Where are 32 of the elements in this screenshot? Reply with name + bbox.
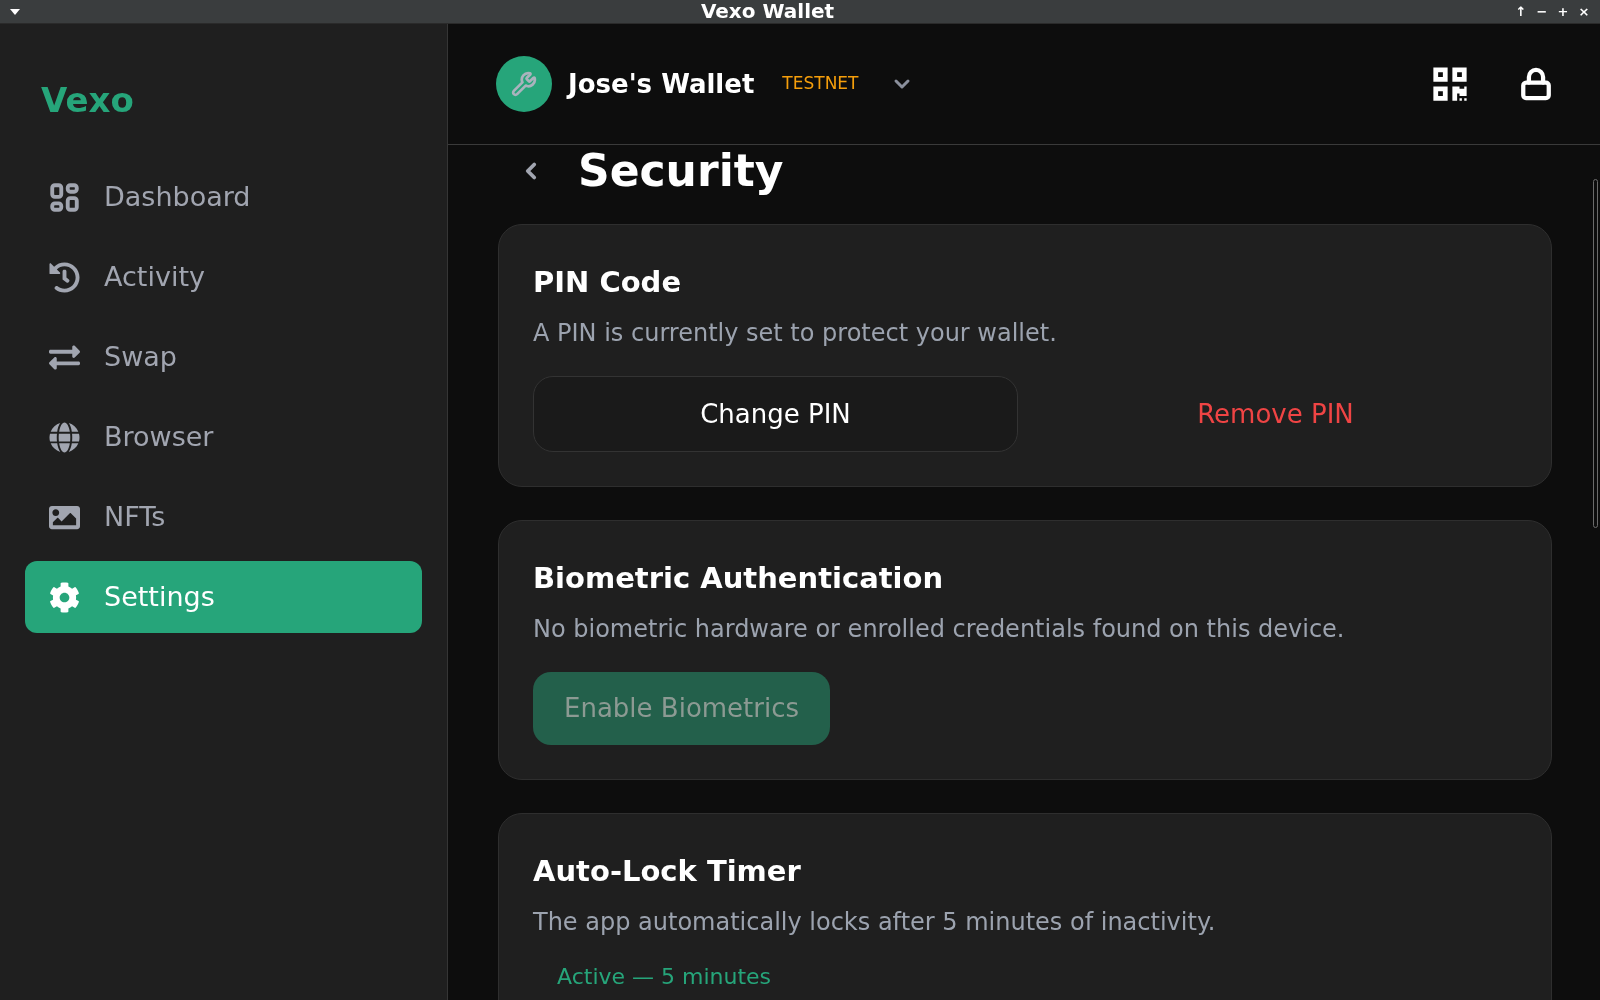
sidebar-item[interactable]: Dashboard (25, 161, 422, 233)
caret-icon[interactable] (10, 8, 20, 15)
sidebar-item[interactable]: Activity (25, 241, 422, 313)
remove-button[interactable]: Remove PIN (1034, 376, 1517, 452)
network-label: TESTNET (782, 72, 859, 96)
card-title: Biometric Authentication (533, 560, 945, 597)
sidebar-item[interactable]: Browser (25, 401, 422, 473)
qr-code-icon[interactable] (1431, 65, 1469, 103)
scrollbar[interactable] (1593, 179, 1598, 528)
window-title: Vexo Wallet (700, 0, 835, 23)
grid-icon (49, 181, 80, 213)
card-description: No biometric hardware or enrolled credentials found on this device. (533, 614, 1346, 645)
wrench-avatar-icon (496, 56, 552, 112)
card-title: Auto-Lock Timer (533, 853, 802, 890)
card-description: The app automatically locks after 5 minutes of inactivity. (533, 907, 1217, 938)
sidebar-item[interactable]: NFTs (25, 481, 422, 553)
window-up-button[interactable]: ↑ (1515, 3, 1527, 20)
maximize-button[interactable]: + (1557, 3, 1569, 20)
page-title: Security (578, 145, 784, 197)
globe-icon (49, 421, 80, 453)
history-icon (49, 261, 80, 293)
change-button[interactable]: Change PIN (533, 376, 1018, 452)
app-logo: Vexo (41, 80, 134, 120)
wallet-name: Jose's Wallet (568, 67, 755, 101)
close-button[interactable]: × (1578, 3, 1590, 20)
settings-icon (49, 581, 80, 613)
card-title: PIN Code (533, 264, 683, 301)
minimize-button[interactable]: − (1536, 3, 1548, 20)
card-description: A PIN is currently set to protect your wallet. (533, 318, 1058, 349)
lock-icon[interactable] (1519, 67, 1553, 101)
sidebar-item[interactable]: Swap (25, 321, 422, 393)
status-text: Active — 5 minutes (557, 964, 772, 989)
